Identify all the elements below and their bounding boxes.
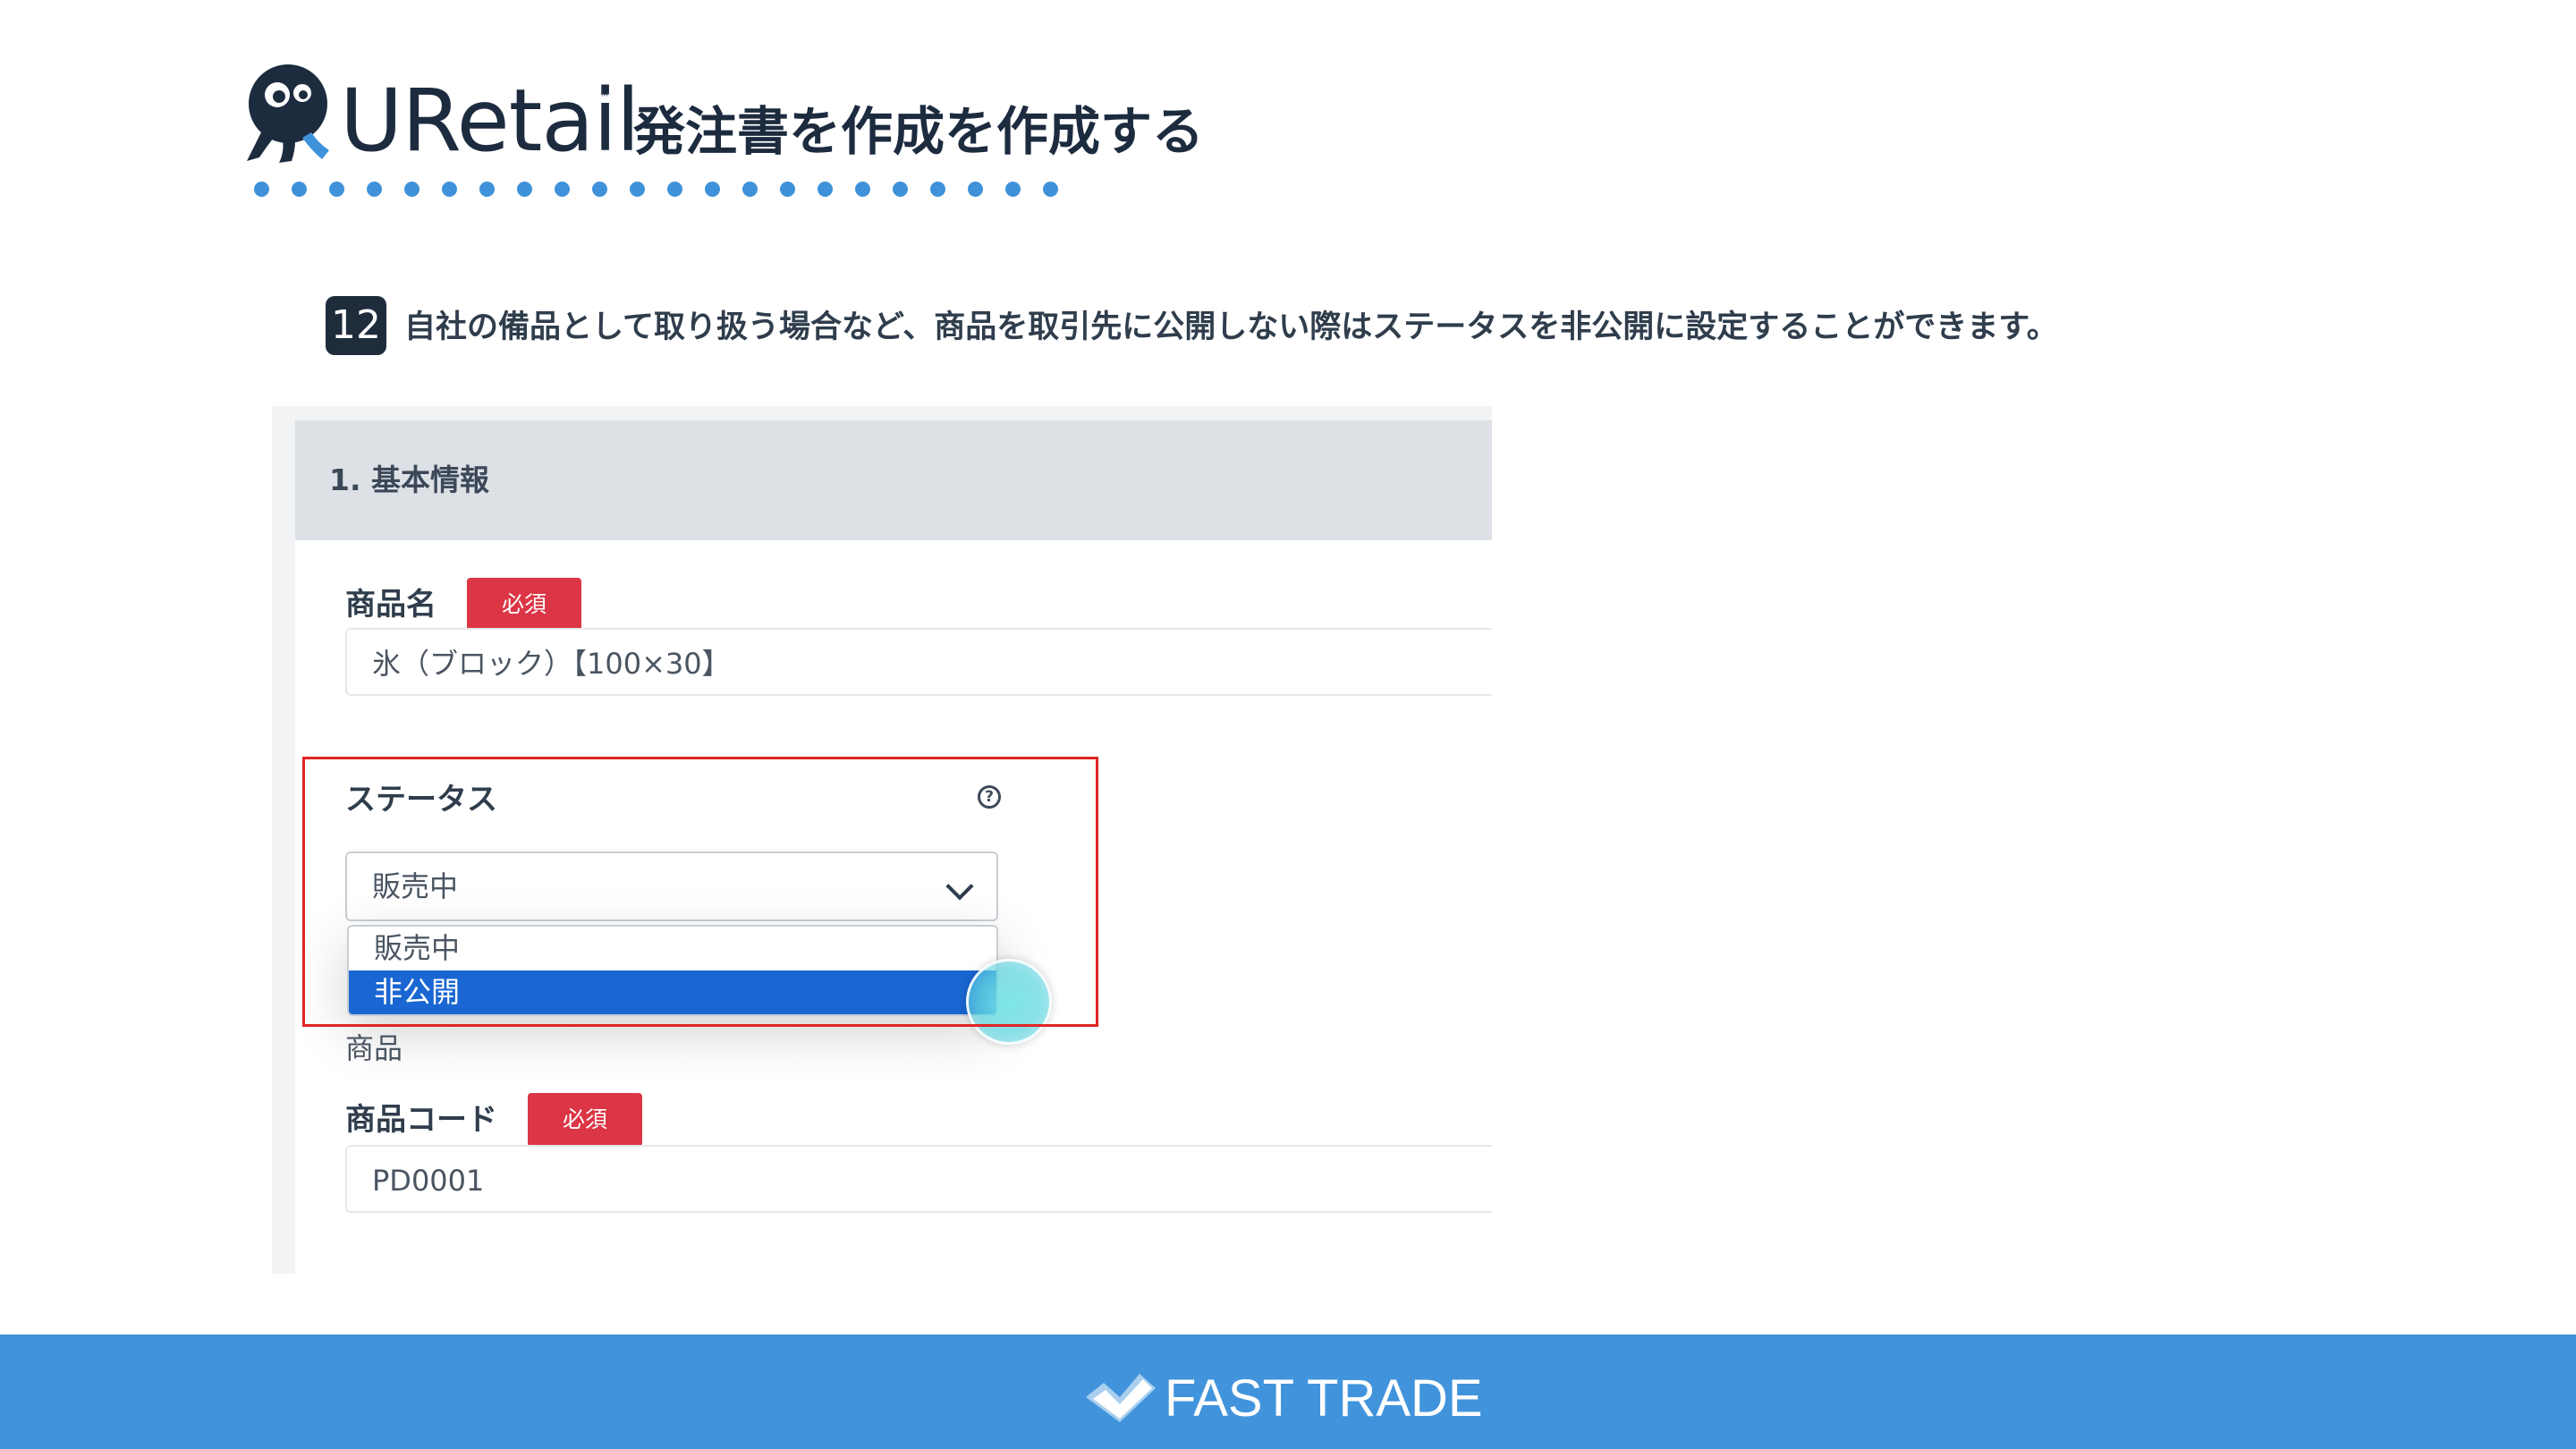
product-code-label: 商品コード (345, 1102, 497, 1138)
product-code-input[interactable]: PD0001 (345, 1145, 1492, 1213)
dotted-divider (254, 182, 1080, 197)
fast-trade-check-icon (1086, 1374, 1156, 1422)
product-name-input[interactable]: 氷（ブロック）【100×30】 (345, 628, 1492, 696)
brand-name: URetail (340, 71, 640, 171)
product-name-label: 商品名 (345, 587, 436, 623)
required-badge: 必須 (467, 578, 581, 631)
footer-brand: FAST TRADE (1165, 1369, 1483, 1428)
section-header: 1. 基本情報 (295, 420, 1492, 540)
step-instruction: 自社の備品として取り扱う場合など、商品を取引先に公開しない際はステータスを非公開… (404, 309, 2058, 345)
trademark-mark: ™ (599, 91, 610, 104)
page-title: 発注書を作成を作成する (633, 101, 1205, 162)
step-number-badge: 12 (326, 296, 386, 355)
partial-field-text: 商品 (345, 1031, 403, 1065)
section-title: 1. 基本情報 (329, 462, 489, 497)
status-highlight-box (302, 757, 1098, 1027)
uretail-octopus-logo-icon (247, 64, 329, 163)
required-badge: 必須 (528, 1093, 642, 1147)
